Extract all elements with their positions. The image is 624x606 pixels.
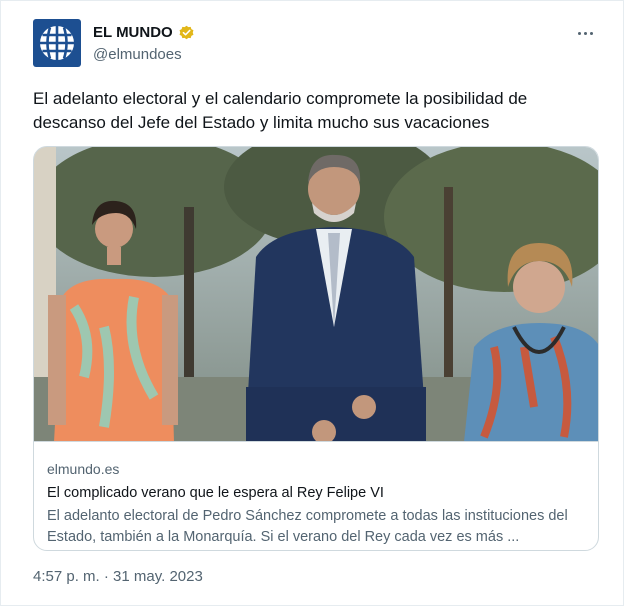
- author-handle[interactable]: @elmundoes: [93, 46, 182, 63]
- card-meta: elmundo.es El complicado verano que le e…: [47, 460, 587, 548]
- more-horizontal-icon: [577, 31, 581, 35]
- more-options-button[interactable]: [573, 23, 597, 43]
- el-mundo-avatar[interactable]: [33, 19, 81, 67]
- author-name-row[interactable]: EL MUNDO: [93, 24, 195, 41]
- photo-three-people-outdoors: [34, 147, 598, 441]
- tweet-text: El adelanto electoral y el calendario co…: [33, 89, 528, 132]
- tweet-timestamp[interactable]: 4:57 p. m. · 31 may. 2023: [33, 568, 203, 585]
- card-image[interactable]: [34, 147, 598, 442]
- card-title[interactable]: El complicado verano que le espera al Re…: [47, 483, 587, 503]
- link-card[interactable]: elmundo.es El complicado verano que le e…: [33, 146, 599, 551]
- verified-badge-icon: [179, 25, 194, 40]
- author-display-name[interactable]: EL MUNDO: [93, 24, 173, 41]
- tweet: EL MUNDO @elmundoes El adelanto electora…: [0, 0, 624, 606]
- card-description: El adelanto electoral de Pedro Sánchez c…: [47, 508, 568, 545]
- card-domain: elmundo.es: [47, 461, 120, 477]
- globe-logo-icon: [40, 26, 74, 60]
